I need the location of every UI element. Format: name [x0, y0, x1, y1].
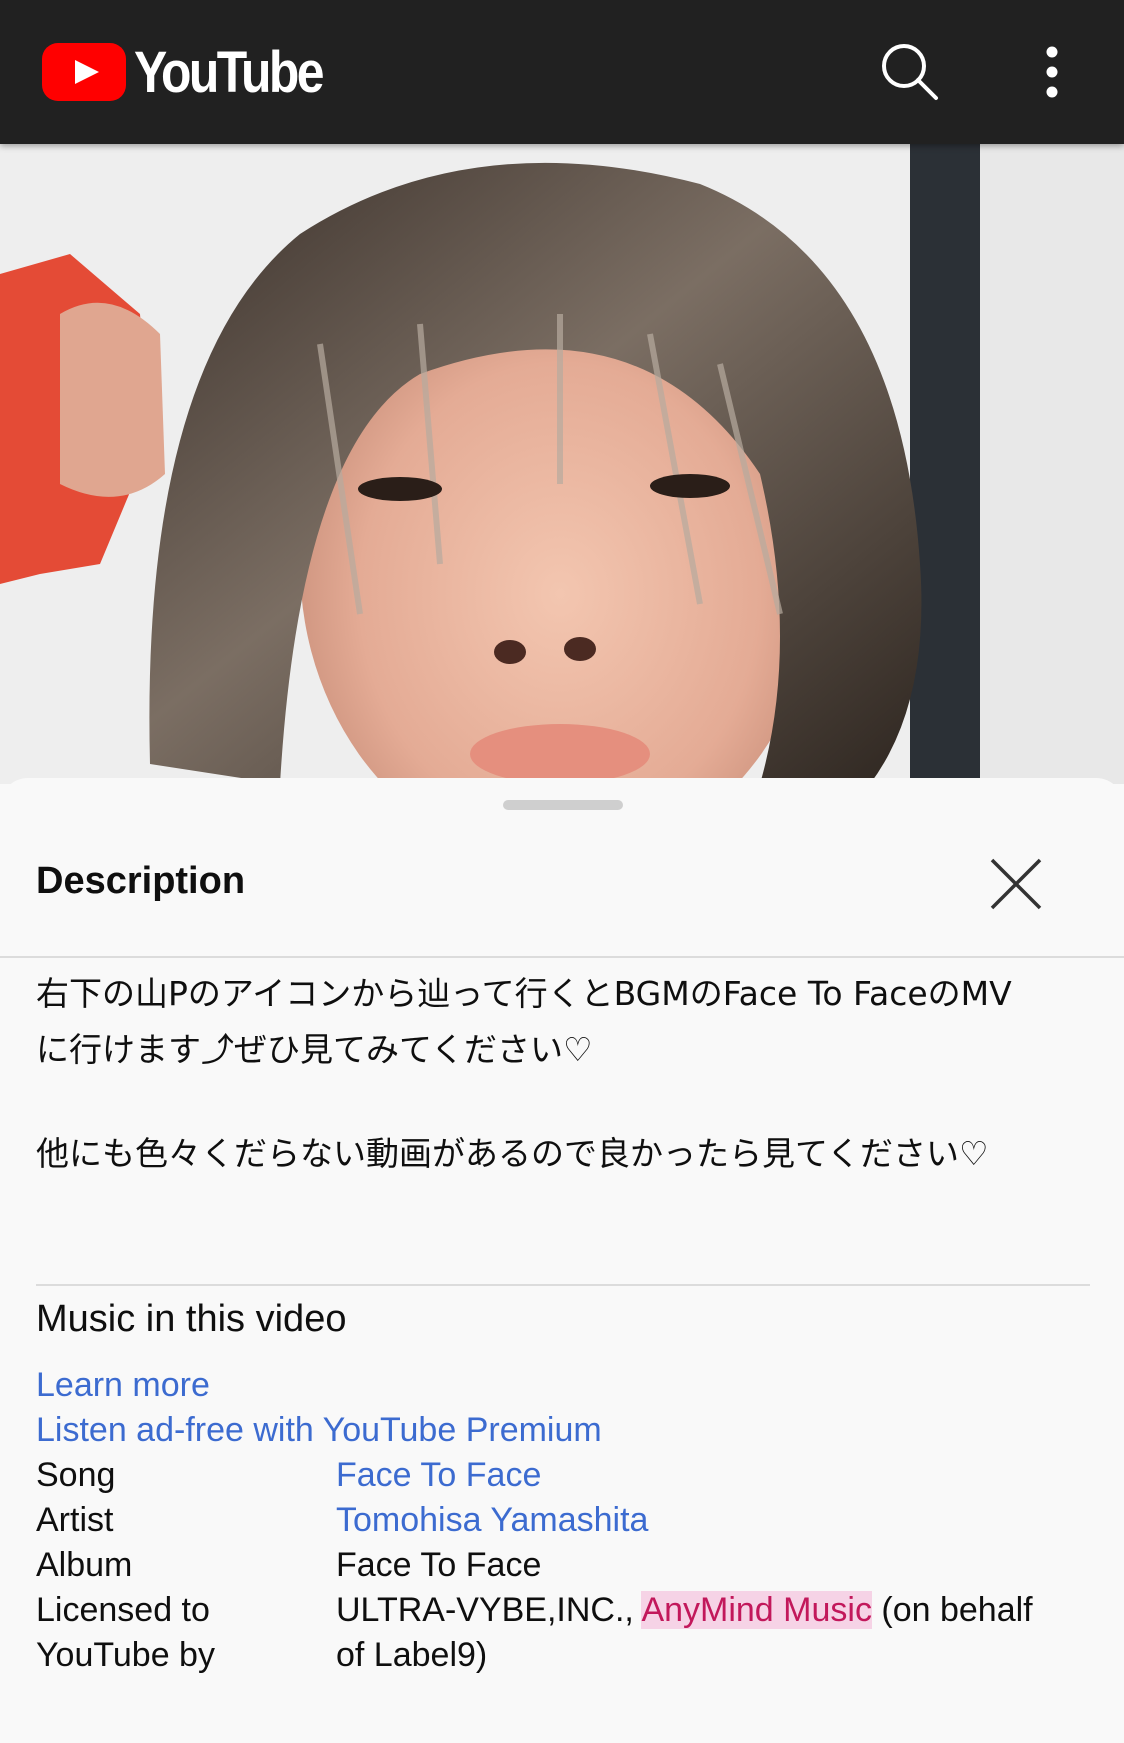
- licensed-value-text: of Label9): [336, 1636, 488, 1674]
- video-frame-image: [0, 144, 1124, 784]
- description-text: 右下の山Pのアイコンから辿って行くとBGMのFace To FaceのMV に行…: [36, 966, 1096, 1182]
- search-icon: [882, 44, 938, 100]
- licensed-label: Licensed to YouTube by: [36, 1588, 326, 1678]
- description-line: に行けます⤴︎ぜひ見てみてください♡: [36, 1030, 593, 1069]
- album-value: Face To Face: [336, 1546, 542, 1584]
- song-label: Song: [36, 1456, 116, 1494]
- youtube-premium-link[interactable]: Listen ad-free with YouTube Premium: [36, 1408, 602, 1453]
- sheet-title: Description: [36, 860, 246, 902]
- learn-more-link[interactable]: Learn more: [36, 1363, 210, 1408]
- app-name: YouTube: [134, 39, 324, 105]
- artist-link[interactable]: Tomohisa Yamashita: [336, 1498, 1096, 1543]
- description-line: 右下の山Pのアイコンから辿って行くとBGMのFace To FaceのMV: [36, 974, 1012, 1013]
- anymind-music-highlight: AnyMind Music: [641, 1591, 872, 1629]
- drag-handle[interactable]: [503, 800, 623, 810]
- description-line: 他にも色々くだらない動画があるので良かったら見てください♡: [36, 1134, 989, 1173]
- song-link[interactable]: Face To Face: [336, 1453, 1096, 1498]
- divider: [0, 956, 1124, 958]
- video-player[interactable]: [0, 144, 1124, 784]
- music-row-licensed: Licensed to YouTube by ULTRA-VYBE,INC., …: [36, 1588, 1096, 1678]
- licensed-label-line: YouTube by: [36, 1636, 215, 1674]
- licensed-value: ULTRA-VYBE,INC., AnyMind Music (on behal…: [336, 1588, 1096, 1678]
- more-vert-icon: [1046, 46, 1058, 98]
- artist-label: Artist: [36, 1501, 114, 1539]
- divider: [36, 1284, 1090, 1286]
- youtube-logo[interactable]: YouTube: [42, 39, 352, 105]
- top-app-bar: YouTube: [0, 0, 1124, 144]
- licensed-value-text: ULTRA-VYBE,INC.,: [336, 1591, 642, 1629]
- close-button[interactable]: [988, 856, 1044, 912]
- album-label: Album: [36, 1546, 133, 1584]
- more-options-button[interactable]: [1030, 40, 1074, 104]
- close-icon: [990, 858, 1042, 910]
- music-section-heading: Music in this video: [36, 1298, 347, 1340]
- search-button[interactable]: [878, 40, 942, 104]
- licensed-label-line: Licensed to: [36, 1591, 210, 1629]
- youtube-play-logo-icon: [42, 43, 126, 101]
- licensed-value-text: (on behalf: [871, 1591, 1033, 1629]
